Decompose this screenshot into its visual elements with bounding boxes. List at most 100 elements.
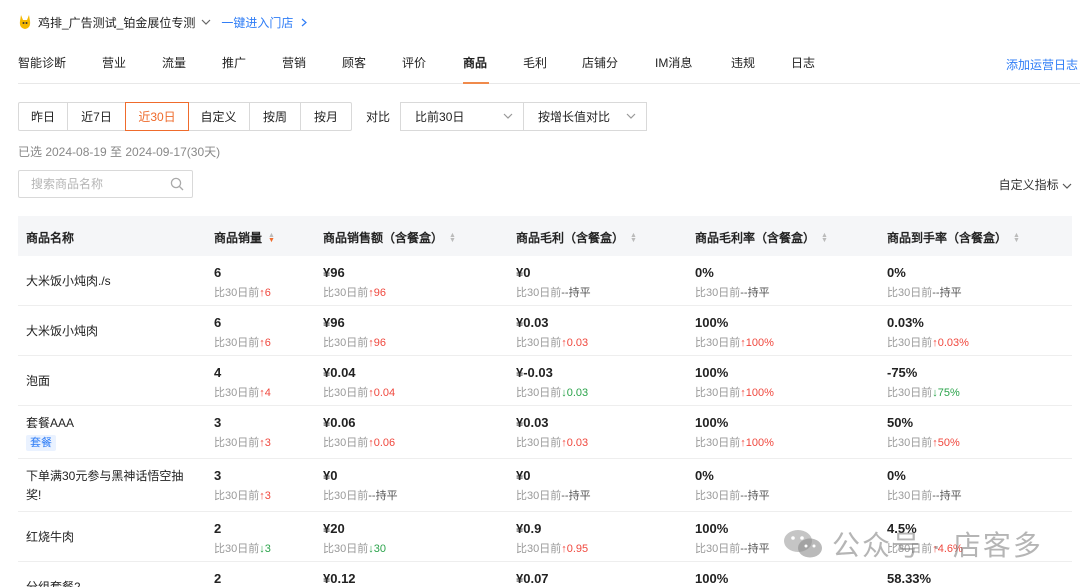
watermark: 公众号 · 店客多 [782,524,1043,564]
metric-cell: 0% 比30日前--持平 [887,265,962,300]
metric-cell: 0% 比30日前--持平 [695,265,770,300]
delta-flat: --持平 [561,490,590,502]
column-title: 商品名称 [26,231,75,245]
metric-cell: 0% 比30日前--持平 [695,468,770,503]
delta-up: ↑0.03 [561,437,588,449]
column-header-sortable[interactable]: 商品销售额（含餐盒） ▲ ▼ [323,229,456,246]
column-header-sortable[interactable]: 商品毛利率（含餐盒） ▲ ▼ [695,229,828,246]
metric-value: 6 [214,265,222,280]
column-header-sortable[interactable]: 商品到手率（含餐盒） ▲ ▼ [887,229,1020,246]
store-name: 鸡排_广告测试_铂金展位专测 [38,15,196,30]
metric-value: 2 [214,521,222,536]
product-name: 分组套餐2 [26,580,81,587]
metric-value: ¥0 [516,265,531,280]
metric-value: 100% [695,571,729,586]
comparison-label: 比30日前 [695,543,741,555]
delta-value: 6 [264,287,271,299]
product-name: 泡面 [26,374,51,388]
custom-metric-dropdown[interactable]: 自定义指标 [999,176,1072,193]
chevron-down-icon [1062,178,1072,192]
filter-last-30-days[interactable]: 近30日 [125,102,189,131]
sort-icon[interactable]: ▲ ▼ [268,232,275,244]
metric-value: 58.33% [887,571,932,586]
metric-value: 100% [695,521,729,536]
sort-icon[interactable]: ▲ ▼ [1013,232,1020,244]
store-switch-chevron-down-icon[interactable] [201,16,211,28]
delta-up: ↑6 [259,287,271,299]
store-header: 鸡排_广告测试_铂金展位专测 一键进入门店 [18,12,307,32]
delta-flat: --持平 [561,287,590,299]
metric-cell: 3 比30日前↑3 [214,415,271,450]
filter-custom[interactable]: 自定义 [188,103,250,130]
tab-gross-profit[interactable]: 毛利 [523,54,547,71]
compare-period-value: 比前30日 [415,110,465,124]
delta-up: ↑96 [368,287,386,299]
metric-value: 50% [887,415,914,430]
search-icon[interactable] [170,177,184,191]
delta-flat: --持平 [740,287,769,299]
metric-comparison: 比30日前↑0.06 [323,434,395,450]
delta-up: ↑100% [740,337,774,349]
metric-value: ¥0 [516,468,531,483]
delta-flat: --持平 [740,490,769,502]
comparison-label: 比30日前 [323,337,369,349]
metric-cell: 100% 比30日前↑100% [695,365,774,400]
compare-mode-select[interactable]: 按增长值对比 [524,102,648,131]
metric-cell: ¥0.03 比30日前↑0.03 [516,415,588,450]
enter-store-link[interactable]: 一键进入门店 [221,14,307,31]
metric-comparison: 比30日前↑3 [214,434,271,450]
combo-tag-badge: 套餐 [26,435,56,451]
filter-last-7-days[interactable]: 近7日 [68,103,126,130]
comparison-label: 比30日前 [214,337,260,349]
filter-yesterday[interactable]: 昨日 [19,103,68,130]
add-operation-log-link[interactable]: 添加运营日志 [1006,56,1078,73]
tab-reviews[interactable]: 评价 [402,54,426,71]
date-filter-bar: 昨日 近7日 近30日 自定义 按周 按月 对比 比前30日 按增长值对比 [18,102,648,131]
metric-value: ¥96 [323,315,345,330]
metric-value: 100% [695,315,729,330]
filter-by-month[interactable]: 按月 [301,103,351,130]
filter-by-week[interactable]: 按周 [250,103,301,130]
tab-promotion[interactable]: 推广 [222,54,246,71]
chevron-down-icon [503,111,513,122]
delta-value: 0.06 [373,437,396,449]
tab-marketing[interactable]: 营销 [282,54,306,71]
comparison-label: 比30日前 [323,437,369,449]
tab-store-score[interactable]: 店铺分 [582,54,618,71]
delta-value: 6 [264,337,271,349]
metric-value: 100% [695,415,729,430]
tab-business[interactable]: 营业 [102,54,126,71]
comparison-label: 比30日前 [516,490,562,502]
tab-logs[interactable]: 日志 [791,54,815,71]
metric-value: 100% [695,365,729,380]
chevron-right-icon [297,16,307,30]
column-title: 商品毛利（含餐盒） [516,231,625,245]
tab-traffic[interactable]: 流量 [162,54,186,71]
tab-im-messages[interactable]: IM消息 [655,54,692,71]
product-name: 下单满30元参与黑神话悟空抽奖! [26,469,184,502]
metric-cell: 2 比30日前↓3 [214,521,271,556]
metric-cell: ¥0 比30日前--持平 [516,265,591,300]
column-header-sortable[interactable]: 商品销量 ▲ ▼ [214,229,275,246]
tab-products[interactable]: 商品 [463,54,487,71]
metric-comparison: 比30日前↑0.03% [887,334,969,350]
comparison-label: 比30日前 [214,287,260,299]
sort-icon[interactable]: ▲ ▼ [630,232,637,244]
nav-tabs: 智能诊断 营业 流量 推广 营销 顾客 评价 商品 毛利 店铺分 IM消息 违规… [18,44,1080,84]
tab-customers[interactable]: 顾客 [342,54,366,71]
column-title: 商品销量 [214,231,263,245]
sort-icon[interactable]: ▲ ▼ [821,232,828,244]
column-header-sortable[interactable]: 商品毛利（含餐盒） ▲ ▼ [516,229,637,246]
delta-value: 3 [264,437,271,449]
metric-value: 0% [695,468,714,483]
product-search-input[interactable] [31,177,161,191]
tab-smart-diagnosis[interactable]: 智能诊断 [18,54,66,71]
delta-value: --持平 [561,287,591,299]
tab-violations[interactable]: 违规 [731,54,755,71]
compare-period-select[interactable]: 比前30日 [400,102,525,131]
delta-value: --持平 [740,490,770,502]
sort-icon[interactable]: ▲ ▼ [449,232,456,244]
comparison-label: 比30日前 [516,387,562,399]
compare-label: 对比 [366,110,391,124]
metric-value: 3 [214,415,222,430]
